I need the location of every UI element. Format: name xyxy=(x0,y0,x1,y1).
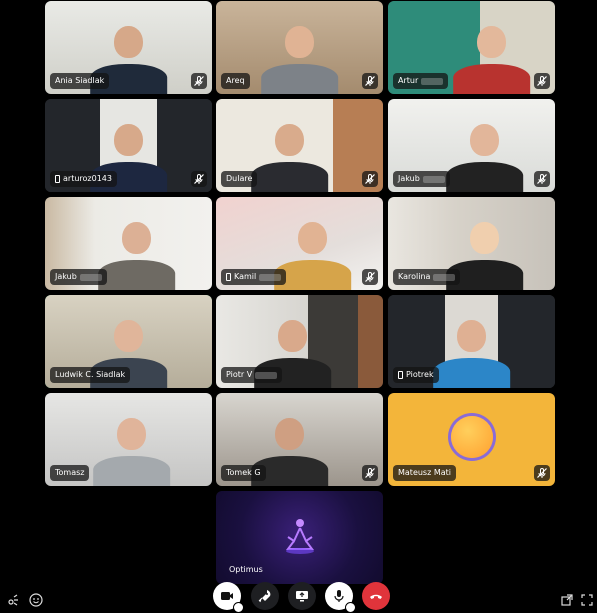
avatar xyxy=(450,415,493,458)
mic-muted-icon xyxy=(362,465,378,481)
participant-name-label: Tomek G xyxy=(221,465,266,481)
popout-icon[interactable] xyxy=(560,592,574,606)
participant-name-label: Kamil xyxy=(221,269,287,285)
participant-name-label: Artur xyxy=(393,73,449,89)
participant-tile[interactable]: Tomasz xyxy=(45,393,212,486)
participant-name-label: Dulare xyxy=(221,171,258,187)
participant-tile[interactable]: Areq xyxy=(216,1,383,94)
mic-muted-icon xyxy=(191,73,207,89)
participant-name-label: Jakub xyxy=(50,269,107,285)
participant-name-label: arturoz0143 xyxy=(50,171,117,187)
chevron-down-icon[interactable] xyxy=(345,602,356,613)
soundboard-icon[interactable] xyxy=(6,592,20,606)
participant-tile[interactable]: Ania Siadlak xyxy=(45,1,212,94)
mic-muted-icon xyxy=(191,171,207,187)
meditation-avatar-icon xyxy=(286,519,314,554)
participant-tile[interactable]: Piotrek xyxy=(388,295,555,388)
participant-tile[interactable]: Optimus xyxy=(216,491,383,584)
mic-muted-icon xyxy=(534,465,550,481)
mobile-icon xyxy=(398,371,403,379)
participant-name-label: Areq xyxy=(221,73,250,89)
participant-tile[interactable]: Tomek G xyxy=(216,393,383,486)
video-grid: Ania Siadlak Areq Artur arturoz0143 Dula… xyxy=(0,0,597,590)
fullscreen-icon[interactable] xyxy=(580,592,594,606)
participant-name-label: Ania Siadlak xyxy=(50,73,110,89)
camera-toggle-button[interactable] xyxy=(213,582,244,613)
participant-name-label: Jakub xyxy=(393,171,450,187)
emoji-icon[interactable] xyxy=(29,592,43,607)
mic-muted-icon xyxy=(362,269,378,285)
participant-tile[interactable]: Ludwik C. Siadlak xyxy=(45,295,212,388)
mic-muted-icon xyxy=(534,171,550,187)
call-toolbar xyxy=(0,582,597,613)
participant-tile[interactable]: Jakub xyxy=(45,197,212,290)
mic-muted-icon xyxy=(362,73,378,89)
participant-tile[interactable]: Jakub xyxy=(388,99,555,192)
participant-name-label: Tomasz xyxy=(50,465,90,481)
participant-name-label: Optimus xyxy=(229,565,263,574)
participant-tile[interactable]: Artur xyxy=(388,1,555,94)
participant-name-label: Karolina xyxy=(393,269,461,285)
participant-name-label: Mateusz Mati xyxy=(393,465,457,481)
chevron-down-icon[interactable] xyxy=(233,602,244,613)
hang-up-icon xyxy=(370,594,382,599)
participant-tile[interactable]: Dulare xyxy=(216,99,383,192)
microphone-icon xyxy=(334,590,344,602)
mobile-icon xyxy=(226,273,231,281)
mic-muted-icon xyxy=(362,171,378,187)
mic-muted-icon xyxy=(534,73,550,89)
participant-tile[interactable]: Mateusz Mati xyxy=(388,393,555,486)
camera-icon xyxy=(221,592,233,600)
participant-name-label: Ludwik C. Siadlak xyxy=(50,367,131,383)
mobile-icon xyxy=(55,175,60,183)
participant-tile[interactable]: Kamil xyxy=(216,197,383,290)
participant-tile[interactable]: Karolina xyxy=(388,197,555,290)
participant-name-label: Piotr V xyxy=(221,367,283,383)
screen-share-button[interactable] xyxy=(288,582,316,610)
activities-button[interactable] xyxy=(251,582,279,610)
participant-name-label: Piotrek xyxy=(393,367,439,383)
participant-tile[interactable]: arturoz0143 xyxy=(45,99,212,192)
screen-share-icon xyxy=(296,591,308,602)
rocket-icon xyxy=(258,590,271,603)
participant-tile[interactable]: Piotr V xyxy=(216,295,383,388)
leave-call-button[interactable] xyxy=(362,582,390,610)
microphone-toggle-button[interactable] xyxy=(325,582,356,613)
